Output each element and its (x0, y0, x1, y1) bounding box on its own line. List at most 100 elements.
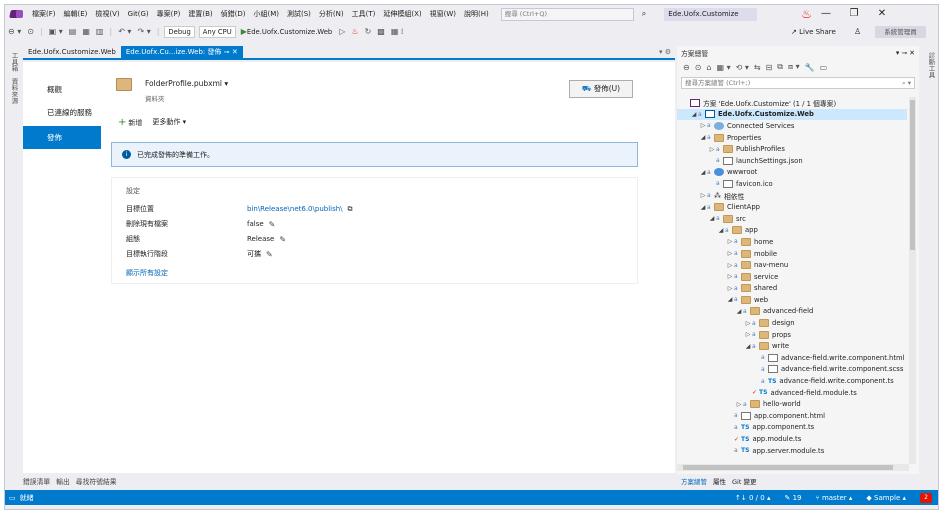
minimize-button[interactable]: — (812, 5, 840, 23)
refresh-icon[interactable]: ↻ (362, 27, 375, 36)
git-branch[interactable]: ⑂ master ▴ (816, 494, 853, 502)
run-button[interactable]: Ede.Uofx.Customize.Web (247, 28, 332, 36)
tree-item[interactable]: ▷ a props (677, 329, 907, 341)
tree-item[interactable]: a launchSettings.json (677, 155, 907, 167)
tree-item[interactable]: ◢ a src (677, 213, 907, 225)
tree-item[interactable]: ◢ a wwwroot (677, 167, 907, 179)
navigate-back-icon[interactable]: ⊖ ▾ (5, 27, 24, 36)
tree-item[interactable]: ✓ TS app.module.ts (677, 433, 907, 445)
tree-item[interactable]: a TS app.component.ts (677, 422, 907, 434)
tree-item[interactable]: a advance-field.write.component.scss (677, 364, 907, 376)
collapse-all-icon[interactable]: ⊟ (766, 63, 773, 72)
menu-item[interactable]: 測試(S) (283, 5, 315, 23)
properties-icon[interactable]: 🔧 (805, 63, 815, 72)
notifications-badge[interactable]: 2 (920, 492, 932, 503)
tree-item[interactable]: ◢ a Properties (677, 132, 907, 144)
profile-selector[interactable]: FolderProfile.pubxml ▾ (145, 79, 228, 88)
collapsed-arrow-icon[interactable]: ▷ (708, 146, 716, 153)
collapsed-arrow-icon[interactable]: ▷ (744, 320, 752, 327)
tree-item[interactable]: ◢ a advanced-field (677, 306, 907, 318)
pending-changes-icon[interactable]: ⟲ ▾ (736, 63, 749, 72)
tab-properties[interactable]: 屬性 (713, 476, 726, 486)
menu-item[interactable]: 說明(H) (460, 5, 493, 23)
expanded-arrow-icon[interactable]: ◢ (690, 111, 698, 118)
tree-item[interactable]: ▷ a ⁂ 相依性 (677, 190, 907, 202)
hot-reload-toolbar-icon[interactable]: ♨ (348, 27, 361, 36)
nav-overview[interactable]: 概觀 (23, 78, 101, 101)
collapsed-arrow-icon[interactable]: ▷ (735, 401, 743, 408)
more-actions-button[interactable]: 更多動作 ▾ (152, 117, 186, 128)
menu-item[interactable]: 建置(B) (184, 5, 216, 23)
undo-icon[interactable]: ↶ ▾ (115, 27, 134, 36)
edit-icon[interactable]: ✎ (279, 235, 286, 244)
new-profile-button[interactable]: + 新增 (118, 117, 142, 128)
menu-item[interactable]: 工具(T) (348, 5, 380, 23)
navigate-forward-icon[interactable]: ⊙ (24, 27, 37, 36)
tree-item[interactable]: ◢ a write (677, 340, 907, 352)
publish-toolbar-icon[interactable]: ▩ (374, 27, 388, 36)
scrollbar-thumb[interactable] (683, 465, 893, 470)
collapsed-arrow-icon[interactable]: ▷ (726, 262, 734, 269)
menu-item[interactable]: 專案(P) (153, 5, 185, 23)
tree-item[interactable]: a app.component.html (677, 410, 907, 422)
expanded-arrow-icon[interactable]: ◢ (699, 204, 707, 211)
collapsed-arrow-icon[interactable]: ▷ (699, 122, 707, 129)
search-input[interactable]: 搜尋 (Ctrl+Q) (500, 7, 634, 21)
edit-icon[interactable]: ✎ (266, 250, 273, 259)
collapsed-arrow-icon[interactable]: ▷ (744, 331, 752, 338)
tree-item[interactable]: ▷ a mobile (677, 248, 907, 260)
visual-studio-logo-icon[interactable] (10, 8, 24, 20)
save-icon[interactable]: ▦ (79, 27, 93, 36)
tree-item[interactable]: ▷ a nav-menu (677, 259, 907, 271)
tab-find-symbol[interactable]: 尋找符號結果 (76, 476, 117, 486)
menu-item[interactable]: 延伸模組(X) (379, 5, 425, 23)
tab-dropdown-icon[interactable]: ▾ ⚙ (659, 48, 675, 56)
menu-item[interactable]: 分析(N) (315, 5, 348, 23)
tree-item[interactable]: ◢ a Ede.Uofx.Customize.Web (677, 108, 907, 121)
edit-icon[interactable]: ✎ (269, 220, 276, 229)
publish-button[interactable]: ⛟ 發佈(U) (569, 80, 633, 98)
switch-views-icon[interactable]: ▦ ▾ (716, 63, 730, 72)
tree-item[interactable]: 方案 'Ede.Uofx.Customize' (1 / 1 個專案) (677, 97, 907, 109)
expanded-arrow-icon[interactable]: ◢ (744, 343, 752, 350)
tree-item[interactable]: ▷ a service (677, 271, 907, 283)
git-repo[interactable]: ◆ Sample ▴ (866, 494, 906, 502)
tab-output[interactable]: 輸出 (56, 476, 70, 486)
tab-solution-explorer[interactable]: 方案總管 (681, 476, 707, 486)
tree-item[interactable]: ◢ a ClientApp (677, 201, 907, 213)
toolbox-tab[interactable]: 工具箱 (9, 52, 19, 72)
config-select[interactable]: Debug (164, 25, 195, 38)
preview-icon[interactable]: ▭ (820, 63, 828, 72)
show-all-files-icon[interactable]: ⧉ (777, 62, 783, 72)
menu-item[interactable]: 視窗(W) (426, 5, 460, 23)
diagnostic-tools-tab[interactable]: 診斷工具 (926, 52, 936, 78)
tree-item[interactable]: ▷ a shared (677, 283, 907, 295)
tree-item[interactable]: a favicon.ico (677, 178, 907, 190)
save-all-icon[interactable]: ▥ (93, 27, 107, 36)
tree-item[interactable]: ▷ a PublishProfiles (677, 143, 907, 155)
menu-item[interactable]: Git(G) (124, 5, 153, 23)
vertical-scrollbar[interactable] (909, 97, 916, 464)
menu-item[interactable]: 小組(M) (249, 5, 283, 23)
tree-item[interactable]: ▷ a home (677, 236, 907, 248)
tree-item[interactable]: ◢ a app (677, 225, 907, 237)
new-project-icon[interactable]: ▣ ▾ (46, 27, 66, 36)
home-icon[interactable]: ⌂ (706, 63, 711, 72)
tab-error-list[interactable]: 錯誤清單 (23, 476, 50, 486)
copy-icon[interactable]: ⧉ (348, 205, 353, 214)
close-tab-icon[interactable]: ✕ (232, 48, 238, 56)
back-icon[interactable]: ⊖ (683, 63, 690, 72)
feedback-icon[interactable]: ♙ (854, 27, 861, 36)
filter-icon[interactable]: ⧈ ▾ (788, 62, 800, 72)
expanded-arrow-icon[interactable]: ◢ (717, 227, 725, 234)
tree-item[interactable]: a TS app.server.module.ts (677, 445, 907, 457)
sync-icon[interactable]: ⇆ (754, 63, 761, 72)
nav-publish[interactable]: 發佈 (23, 126, 101, 149)
redo-icon[interactable]: ↷ ▾ (134, 27, 153, 36)
admin-button[interactable]: 系統管理員 (875, 25, 926, 38)
source-control-changes[interactable]: ↑↓ 0 / 0 ▴ (735, 494, 770, 502)
solution-search-input[interactable]: 搜尋方案總管 (Ctrl+;) ⌕ ▾ (681, 77, 915, 89)
collapsed-arrow-icon[interactable]: ▷ (726, 273, 734, 280)
run-without-debug-icon[interactable]: ▷ (336, 27, 348, 36)
tree-item[interactable]: ▷ a hello-world (677, 398, 907, 410)
